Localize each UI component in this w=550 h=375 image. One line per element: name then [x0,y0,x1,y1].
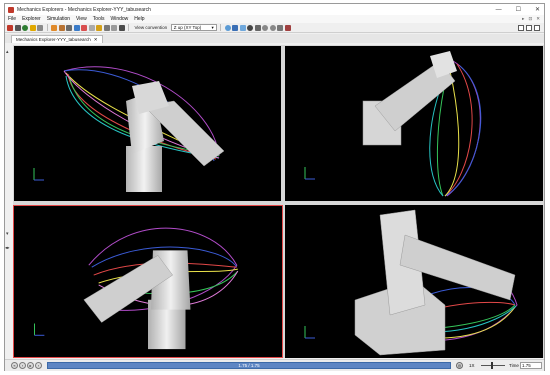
zoom-icon[interactable] [262,24,269,31]
menu-right-controls: ▸ ⊡ ✕ [522,16,540,22]
toolbar-separator [220,24,222,31]
grid-icon[interactable] [66,24,72,31]
toolbar-separator [128,24,129,31]
layout-single-icon[interactable] [518,25,524,31]
record-icon[interactable] [37,24,43,31]
progress-text: 1.75 / 1.75 [238,363,260,368]
view-iso-icon[interactable] [232,24,239,31]
maximize-button[interactable]: ☐ [516,6,521,13]
wireframe-icon[interactable] [88,24,95,31]
play-sim-icon[interactable] [22,24,28,31]
viewport-top-right[interactable] [285,46,543,201]
menu-window[interactable]: Window [110,16,128,22]
cube-icon[interactable] [58,24,65,31]
menu-help[interactable]: Help [134,16,144,22]
layout-buttons [518,25,540,31]
open-icon[interactable] [7,24,13,31]
dock-arrow-icon[interactable]: ▸ [522,16,524,22]
app-icon [8,6,14,13]
chevron-down-icon: ▾ [211,25,214,30]
snapshot-icon[interactable] [284,24,291,31]
window-controls: — ☐ ✕ [496,4,540,15]
view-convention-select[interactable]: Z up (XY Top) ▾ [170,24,217,31]
step-forward-icon[interactable]: › [35,362,42,369]
window-title: Mechanics Explorers - Mechanics Explorer… [17,6,151,13]
speed-icon[interactable]: ◎ [456,362,463,369]
panel-close-icon[interactable]: ✕ [536,16,540,22]
camera-icon[interactable] [103,24,110,31]
time-value: 1.75 [522,363,531,368]
view-front-icon[interactable] [224,24,231,31]
pan-icon[interactable] [254,24,261,31]
split-view-icon[interactable] [118,24,125,31]
menu-tools[interactable]: Tools [93,16,105,22]
viewport-bottom-left[interactable] [13,205,283,358]
menu-bar: File Explorer Simulation View Tools Wind… [5,15,544,23]
close-button[interactable]: ✕ [535,6,540,13]
splitter-handle-icon[interactable]: ◂▸ [5,245,10,251]
tab-close-icon[interactable]: ✕ [94,37,98,43]
robot-scene-front [34,227,239,350]
tab-label: Mechanics Explorer-YYY_tabusearch [16,37,91,42]
minimize-button[interactable]: — [496,7,502,13]
rotate-icon[interactable] [239,24,246,31]
viewport-bottom-right[interactable] [285,205,543,358]
play-icon[interactable]: ▸ [27,362,34,369]
frame-icon[interactable] [51,24,57,31]
save-icon[interactable] [14,24,21,31]
settings-icon[interactable] [29,24,36,31]
document-tab-row: Mechanics Explorer-YYY_tabusearch ✕ [5,34,544,43]
speed-slider-knob[interactable] [491,362,493,369]
left-panel-strip: ▴ ▾ ◂▸ [5,43,12,358]
menu-explorer[interactable]: Explorer [22,16,41,22]
menu-simulation[interactable]: Simulation [47,16,70,22]
layout-four-icon[interactable] [526,25,532,31]
axes-icon[interactable] [73,24,80,31]
playback-progress[interactable]: 1.75 / 1.75 [47,362,451,369]
center-of-mass-icon[interactable] [81,24,87,31]
view-convention-label: View convention [134,25,168,30]
tab-mechanics-explorer[interactable]: Mechanics Explorer-YYY_tabusearch ✕ [11,35,103,43]
roll-icon[interactable] [247,24,254,31]
title-bar: Mechanics Explorers - Mechanics Explorer… [5,4,544,15]
viewport-grid [13,45,544,358]
chevron-up-icon[interactable]: ▴ [6,49,9,55]
zoom-box-icon[interactable] [269,24,276,31]
layout-icon[interactable] [111,24,117,31]
robot-scene-iso [304,209,518,356]
robot-scene-top [304,51,482,197]
viewport-top-left[interactable] [14,46,281,201]
speed-slider[interactable] [481,362,505,369]
step-back-icon[interactable]: ‹ [19,362,26,369]
undock-icon[interactable]: ⊡ [528,16,532,22]
fit-to-view-icon[interactable] [277,24,284,31]
rewind-icon[interactable]: « [11,362,18,369]
toolbar: View convention Z up (XY Top) ▾ [5,23,544,33]
view-convention-value: Z up (XY Top) [173,25,202,30]
menu-file[interactable]: File [8,16,16,22]
time-label: Time [509,363,519,368]
robot-scene-side [33,66,225,192]
toolbar-separator [46,24,48,31]
light-icon[interactable] [96,24,102,31]
playback-bar: « ‹ ▸ › 1.75 / 1.75 ◎ 1X Time 1.75 [5,359,544,371]
layout-column-icon[interactable] [534,25,540,31]
chevron-down-icon[interactable]: ▾ [6,231,9,237]
speed-value: 1X [469,363,475,368]
menu-view[interactable]: View [76,16,87,22]
time-field[interactable]: 1.75 [520,362,542,369]
robot-base [126,146,162,192]
app-window: Mechanics Explorers - Mechanics Explorer… [4,3,545,371]
